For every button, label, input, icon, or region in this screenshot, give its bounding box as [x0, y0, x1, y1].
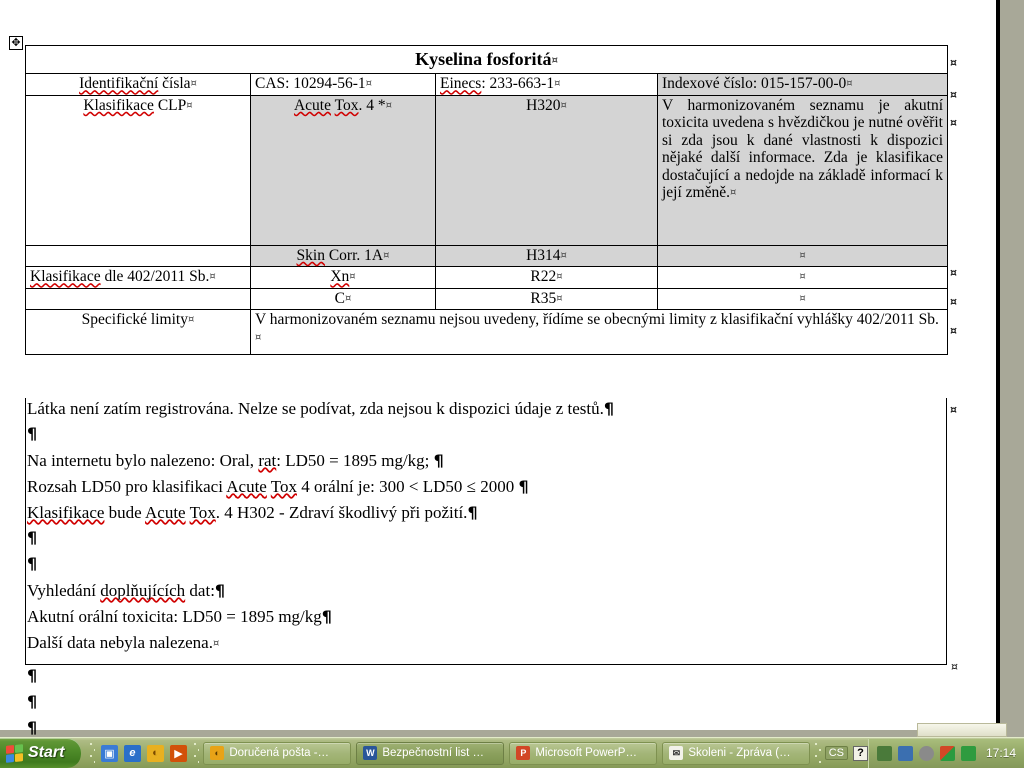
word-icon: W — [363, 746, 378, 760]
task-button-word-document[interactable]: W Bezpečnostní list … — [356, 741, 505, 765]
cell-clp-classification-label: Klasifikace CLP¤ — [25, 94, 251, 246]
safely-remove-hardware-icon[interactable] — [876, 745, 892, 761]
table-row-title: Kyselina fosforitá¤ — [25, 44, 948, 75]
row-end-mark: ¤ — [950, 88, 957, 101]
paragraph-acute-oral-toxicity: Akutní orální toxicita: LD50 = 1895 mg/k… — [27, 607, 332, 626]
table-row: Identifikační čísla¤ CAS: 10294-56-1¤ Ei… — [25, 73, 948, 96]
start-button-label: Start — [28, 744, 65, 761]
row-end-mark: ¤ — [950, 56, 957, 69]
row-end-mark: ¤ — [950, 324, 957, 337]
task-button-label: Doručená pošta -… — [229, 747, 330, 759]
paragraph-empty-1: ¶ — [27, 424, 38, 443]
windows-logo-icon — [6, 743, 23, 763]
paragraph-additional-data-heading: Vyhledání doplňujících dat:¶ — [27, 581, 226, 600]
body-text-block[interactable]: Látka není zatím registrována. Nelze se … — [27, 400, 927, 660]
cell-clp-hazard-statement: H320¤ — [435, 94, 658, 246]
cell-cas-number: CAS: 10294-56-1¤ — [250, 73, 436, 96]
row-end-mark: ¤ — [950, 116, 957, 129]
trailing-paragraph-marks: ¶ ¶ ¶ — [27, 668, 37, 737]
table-move-handle-icon[interactable]: ✥ — [9, 36, 23, 50]
media-player-icon[interactable]: ▶ — [169, 744, 187, 762]
cell-specific-limits-label: Specifické limity¤ — [25, 309, 251, 356]
cell-end-mark: ¤ — [551, 55, 558, 66]
show-desktop-icon[interactable]: ▣ — [100, 744, 118, 762]
cell-skin-corr-note: ¤ — [657, 244, 948, 268]
outlook-today-icon[interactable]: ◐ — [146, 744, 164, 762]
table-row: Klasifikace dle 402/2011 Sb.¤ Xn¤ R22¤ ¤ — [25, 266, 948, 289]
trailing-pilcrow: ¶ — [27, 666, 38, 685]
task-button-label: Microsoft PowerP… — [535, 747, 637, 759]
task-button-inbox[interactable]: ◐ Doručená pošta -… — [203, 741, 352, 765]
taskbar-separator-2 — [192, 740, 200, 766]
paragraph-internet-ld50: Na internetu bylo nalezeno: Oral, rat: L… — [27, 451, 444, 470]
cell-index-number: Indexové číslo: 015-157-00-0¤ — [657, 73, 948, 96]
antivirus-shield-icon[interactable] — [918, 745, 934, 761]
task-button-label: Skoleni - Zpráva (… — [688, 747, 791, 759]
paragraph-registration: Látka není zatím registrována. Nelze se … — [27, 399, 615, 418]
internet-explorer-icon[interactable]: e — [123, 744, 141, 762]
trailing-pilcrow: ¶ — [27, 692, 38, 711]
paragraph-ld50-range: Rozsah LD50 pro klasifikaci Acute Tox 4 … — [27, 477, 529, 496]
cell-decree-note-2: ¤ — [657, 287, 948, 311]
document-page[interactable]: ✥ ¤ ¤ ¤ ¤ ¤ ¤ ¤ Kyselina fosforitá¤ Iden… — [0, 0, 1000, 736]
row-end-mark: ¤ — [950, 266, 957, 279]
outlook-icon: ◐ — [210, 746, 225, 760]
substance-title-cell: Kyselina fosforitá¤ — [25, 44, 948, 75]
cell-r-phrase-r35: R35¤ — [435, 287, 658, 311]
language-indicator-label[interactable]: CS — [824, 746, 848, 760]
office-shortcut-bar-icon[interactable] — [939, 745, 955, 761]
start-button[interactable]: Start — [0, 738, 81, 768]
cell-clp-note: V harmonizovaném seznamu je akutní toxic… — [657, 94, 948, 246]
taskbar-clock[interactable]: 17:14 — [986, 746, 1016, 760]
help-icon[interactable]: ? — [852, 745, 868, 761]
cell-symbol-xn: Xn¤ — [250, 266, 436, 289]
table-row: Skin Corr. 1A¤ H314¤ ¤ — [25, 244, 948, 268]
cell-specific-limits-value: V harmonizovaném seznamu nejsou uvedeny,… — [250, 309, 948, 356]
taskbar-separator-3 — [814, 740, 821, 766]
horizontal-scrollbar[interactable] — [917, 723, 1007, 737]
row-end-mark: ¤ — [950, 403, 957, 416]
table-row: C¤ R35¤ ¤ — [25, 287, 948, 311]
cell-clp-hazard-class: Acute Tox. 4 *¤ — [250, 94, 436, 246]
row-end-mark: ¤ — [950, 295, 957, 308]
powerpoint-icon: P — [516, 746, 531, 760]
paragraph-empty-3: ¶ — [27, 554, 38, 573]
task-button-label: Bezpečnostní list … — [382, 747, 484, 759]
language-bar[interactable]: CS ? — [824, 745, 868, 761]
task-button-powerpoint[interactable]: P Microsoft PowerP… — [509, 741, 658, 765]
cell-empty-label-2 — [25, 287, 251, 311]
page-end-mark: ¤ — [951, 660, 958, 673]
word-document-workspace[interactable]: ✥ ¤ ¤ ¤ ¤ ¤ ¤ ¤ Kyselina fosforitá¤ Iden… — [0, 0, 1024, 737]
cell-identification-numbers-label: Identifikační čísla¤ — [25, 73, 251, 96]
task-button-mail-message[interactable]: ✉ Skoleni - Zpráva (… — [662, 741, 811, 765]
notes-icon[interactable] — [960, 745, 976, 761]
cell-r-phrase-r22: R22¤ — [435, 266, 658, 289]
cell-skin-corr-statement: H314¤ — [435, 244, 658, 268]
system-tray[interactable]: 17:14 — [867, 738, 1024, 768]
cell-skin-corr-class: Skin Corr. 1A¤ — [250, 244, 436, 268]
paragraph-no-further-data: Další data nebyla nalezena.¤ — [27, 633, 220, 652]
trailing-pilcrow: ¶ — [27, 718, 38, 737]
table-row: Klasifikace CLP¤ Acute Tox. 4 *¤ H320¤ V… — [25, 94, 948, 246]
taskbar-separator-1 — [88, 740, 95, 766]
cell-decree-classification-label: Klasifikace dle 402/2011 Sb.¤ — [25, 266, 251, 289]
paragraph-classification-result: Klasifikace bude Acute Tox. 4 H302 - Zdr… — [27, 503, 478, 522]
substance-title-text: Kyselina fosforitá — [415, 49, 552, 69]
mail-icon: ✉ — [669, 746, 684, 760]
cell-decree-note: ¤ — [657, 266, 948, 289]
cell-empty-label — [25, 244, 251, 268]
table-row: Specifické limity¤ V harmonizovaném sezn… — [25, 309, 948, 356]
network-connection-icon[interactable] — [897, 745, 913, 761]
task-button-list[interactable]: ◐ Doručená pošta -… W Bezpečnostní list … — [203, 741, 811, 765]
cell-einecs-number: Einecs: 233-663-1¤ — [435, 73, 658, 96]
paragraph-empty-2: ¶ — [27, 528, 38, 547]
substance-classification-table[interactable]: Kyselina fosforitá¤ Identifikační čísla¤… — [25, 44, 948, 356]
quick-launch-bar[interactable]: ▣ e ◐ ▶ — [99, 744, 189, 762]
cell-symbol-c: C¤ — [250, 287, 436, 311]
windows-taskbar[interactable]: Start ▣ e ◐ ▶ ◐ Doručená pošta -… W Bezp… — [0, 737, 1024, 768]
